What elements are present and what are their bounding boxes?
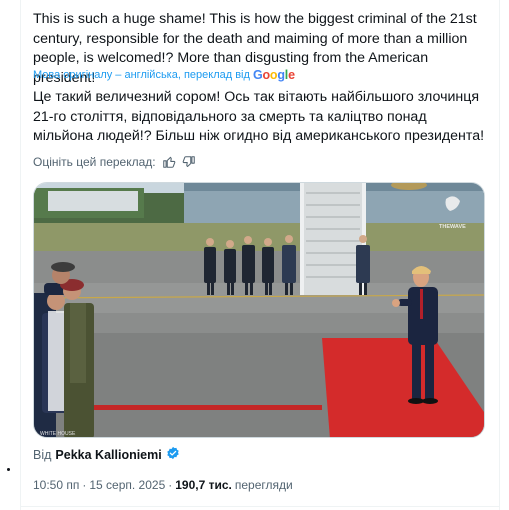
views-count: 190,7 тис. [175,478,232,492]
meta-separator-2: · [168,478,173,492]
verified-badge-icon [166,446,180,463]
rate-label: Оцініть цей переклад: [33,155,156,169]
thumbs-down-icon[interactable] [182,155,196,169]
thread-dot [7,468,10,471]
source-prefix: Від [33,447,52,462]
tweet-date[interactable]: 15 серп. 2025 [89,478,165,492]
translation-note-label[interactable]: Мова оригіналу – англійська, переклад ві… [33,69,250,81]
thumbs-up-icon[interactable] [162,155,176,169]
svg-text:THEWAVE: THEWAVE [439,224,466,230]
translation-note: Мова оригіналу – англійська, переклад ві… [33,68,295,82]
divider [21,506,499,507]
video-frame: THEWAVE WHITE HOUSE [34,183,484,437]
source-author-link[interactable]: Pekka Kallioniemi [55,448,161,462]
tweet-meta: 10:50 пп · 15 серп. 2025 · 190,7 тис. пе… [33,478,293,492]
video-media[interactable]: THEWAVE WHITE HOUSE [33,182,485,438]
rate-translation: Оцініть цей переклад: [33,155,196,169]
google-logo: Google [252,68,295,82]
tweet-translated-text: Це такий величезний сором! Ось так вітаю… [33,89,485,144]
tweet-time[interactable]: 10:50 пп [33,478,79,492]
svg-text:WHITE HOUSE: WHITE HOUSE [40,431,76,437]
meta-separator: · [82,478,87,492]
views-label: перегляди [234,478,293,492]
quoted-source: Від Pekka Kallioniemi [33,446,180,463]
